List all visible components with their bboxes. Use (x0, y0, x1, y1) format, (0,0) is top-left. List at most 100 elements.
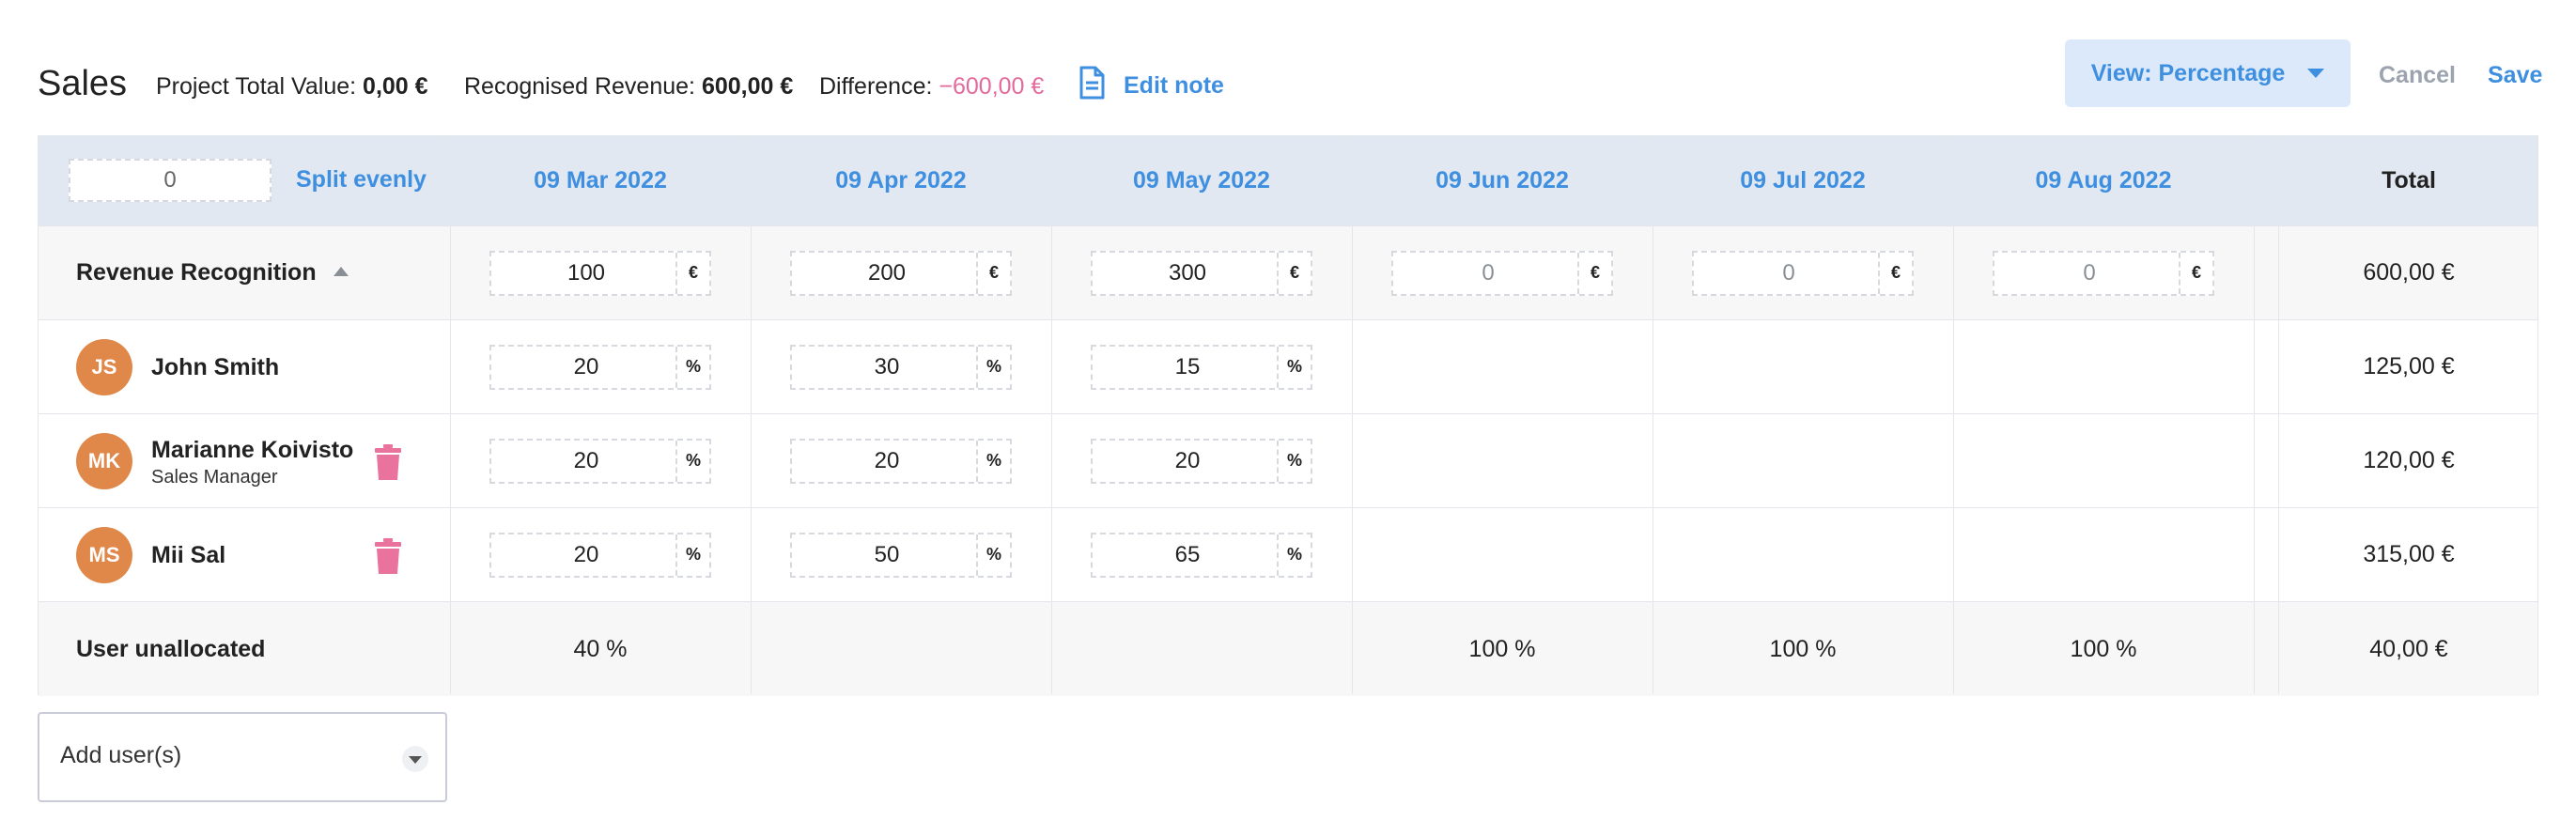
split-evenly-button[interactable]: Split evenly (296, 166, 427, 194)
percentage-input[interactable]: 20% (489, 532, 711, 578)
user-cell: 65% (1051, 508, 1352, 601)
percent-suffix: % (675, 440, 709, 482)
user-row: MK Marianne Koivisto Sales Manager 20% 2… (39, 414, 2537, 508)
user-total: 315,00 € (2363, 541, 2455, 567)
percent-suffix: % (976, 534, 1010, 576)
trash-icon[interactable] (375, 444, 401, 480)
revenue-cell: 200 € (751, 226, 1051, 319)
allocation-table: 0 Split evenly 09 Mar 2022 09 Apr 2022 0… (38, 135, 2538, 696)
column-header-date: 09 Jul 2022 (1740, 167, 1866, 194)
percentage-input[interactable]: 50% (790, 532, 1012, 578)
user-role: Sales Manager (151, 467, 278, 488)
unallocated-total: 40,00 € (2369, 635, 2448, 662)
revenue-value: 100 (566, 259, 606, 286)
revenue-input[interactable]: 0 € (1692, 250, 1914, 296)
user-total: 120,00 € (2363, 447, 2455, 473)
revenue-recognition-label[interactable]: Revenue Recognition (76, 226, 349, 319)
unallocated-value: 40 % (573, 635, 628, 662)
revenue-cell: 100 € (450, 226, 751, 319)
unallocated-value (1051, 602, 1352, 696)
percentage-value: 20 (874, 447, 900, 473)
percent-suffix: % (675, 534, 709, 576)
page-header: Sales Project Total Value: 0,00 € Recogn… (38, 38, 2542, 109)
save-button[interactable]: Save (2488, 62, 2542, 89)
percentage-value: 65 (1174, 541, 1201, 567)
chevron-up-icon (333, 266, 349, 276)
column-divider (1352, 136, 1353, 694)
user-cell: 50% (751, 508, 1051, 601)
currency-suffix: € (1878, 252, 1912, 294)
table-header-row: 0 Split evenly 09 Mar 2022 09 Apr 2022 0… (39, 136, 2537, 226)
revenue-value: 0 (2083, 259, 2096, 286)
revenue-value: 0 (1482, 259, 1495, 286)
unallocated-value: 100 % (1769, 635, 1837, 662)
unallocated-value: 100 % (1468, 635, 1536, 662)
user-name: Mii Sal (151, 542, 226, 568)
revenue-value: 0 (1782, 259, 1795, 286)
split-amount-input[interactable]: 0 (69, 159, 272, 202)
recognised-revenue-label: Recognised Revenue: (464, 73, 695, 100)
column-header-total: Total (2382, 167, 2436, 194)
column-divider (2254, 136, 2255, 694)
avatar: JS (76, 339, 132, 395)
revenue-total: 600,00 € (2363, 259, 2455, 286)
difference-label: Difference: (819, 73, 933, 100)
trash-icon[interactable] (375, 538, 401, 574)
percentage-input[interactable]: 20% (489, 344, 711, 390)
sales-page: Sales Project Total Value: 0,00 € Recogn… (0, 0, 2576, 836)
percentage-input[interactable]: 30% (790, 344, 1012, 390)
column-header-date: 09 Mar 2022 (534, 167, 667, 194)
revenue-cell: 0 € (1352, 226, 1653, 319)
revenue-input[interactable]: 100 € (489, 250, 711, 296)
percentage-value: 30 (874, 353, 900, 379)
revenue-recognition-row: Revenue Recognition 100 € 200 € 300 € 0 € 0 €… (39, 226, 2537, 320)
percentage-input[interactable]: 15% (1091, 344, 1312, 390)
user-cell: 20% (450, 508, 751, 601)
column-header-date: 09 May 2022 (1133, 167, 1270, 194)
percent-suffix: % (976, 440, 1010, 482)
add-users-select[interactable]: Add user(s) (38, 712, 447, 802)
revenue-value: 300 (1168, 259, 1207, 286)
cancel-button[interactable]: Cancel (2379, 62, 2456, 89)
user-name: John Smith (151, 354, 280, 380)
percentage-input[interactable]: 65% (1091, 532, 1312, 578)
avatar: MS (76, 527, 132, 583)
column-divider (751, 136, 752, 694)
unallocated-value: 100 % (2070, 635, 2137, 662)
revenue-input[interactable]: 0 € (1391, 250, 1613, 296)
recognised-revenue: Recognised Revenue: 600,00 € (464, 73, 793, 101)
column-divider (1051, 136, 1052, 694)
view-mode-label: View: Percentage (2090, 59, 2286, 86)
revenue-input[interactable]: 0 € (1993, 250, 2214, 296)
percentage-value: 20 (573, 541, 599, 567)
column-header-date: 09 Jun 2022 (1435, 167, 1569, 194)
percentage-value: 20 (573, 447, 599, 473)
user-cell: 20% (450, 414, 751, 507)
unallocated-value (751, 602, 1051, 696)
add-users-placeholder: Add user(s) (60, 742, 182, 768)
revenue-input[interactable]: 200 € (790, 250, 1012, 296)
chevron-down-icon (402, 746, 428, 772)
document-icon (1079, 66, 1105, 106)
percentage-input[interactable]: 20% (790, 438, 1012, 484)
percent-suffix: % (675, 346, 709, 388)
percentage-input[interactable]: 20% (489, 438, 711, 484)
percent-suffix: % (976, 346, 1010, 388)
revenue-cell: 300 € (1051, 226, 1352, 319)
edit-note-label: Edit note (1124, 72, 1224, 99)
percentage-input[interactable]: 20% (1091, 438, 1312, 484)
column-divider (2278, 136, 2279, 694)
user-cell: 20% (751, 414, 1051, 507)
revenue-value: 200 (867, 259, 907, 286)
percentage-value: 15 (1174, 353, 1201, 379)
page-title: Sales (38, 64, 128, 103)
percent-suffix: % (1277, 346, 1311, 388)
column-header-date: 09 Aug 2022 (2035, 167, 2172, 194)
project-total: Project Total Value: 0,00 € (156, 73, 428, 101)
user-cell: 30% (751, 320, 1051, 413)
user-row: JS John Smith 20% 30% 15% 125,00 € (39, 320, 2537, 414)
view-mode-dropdown[interactable]: View: Percentage (2065, 39, 2351, 107)
revenue-input[interactable]: 300 € (1091, 250, 1312, 296)
edit-note-button[interactable]: Edit note (1079, 66, 1224, 106)
column-divider (1953, 136, 1954, 694)
